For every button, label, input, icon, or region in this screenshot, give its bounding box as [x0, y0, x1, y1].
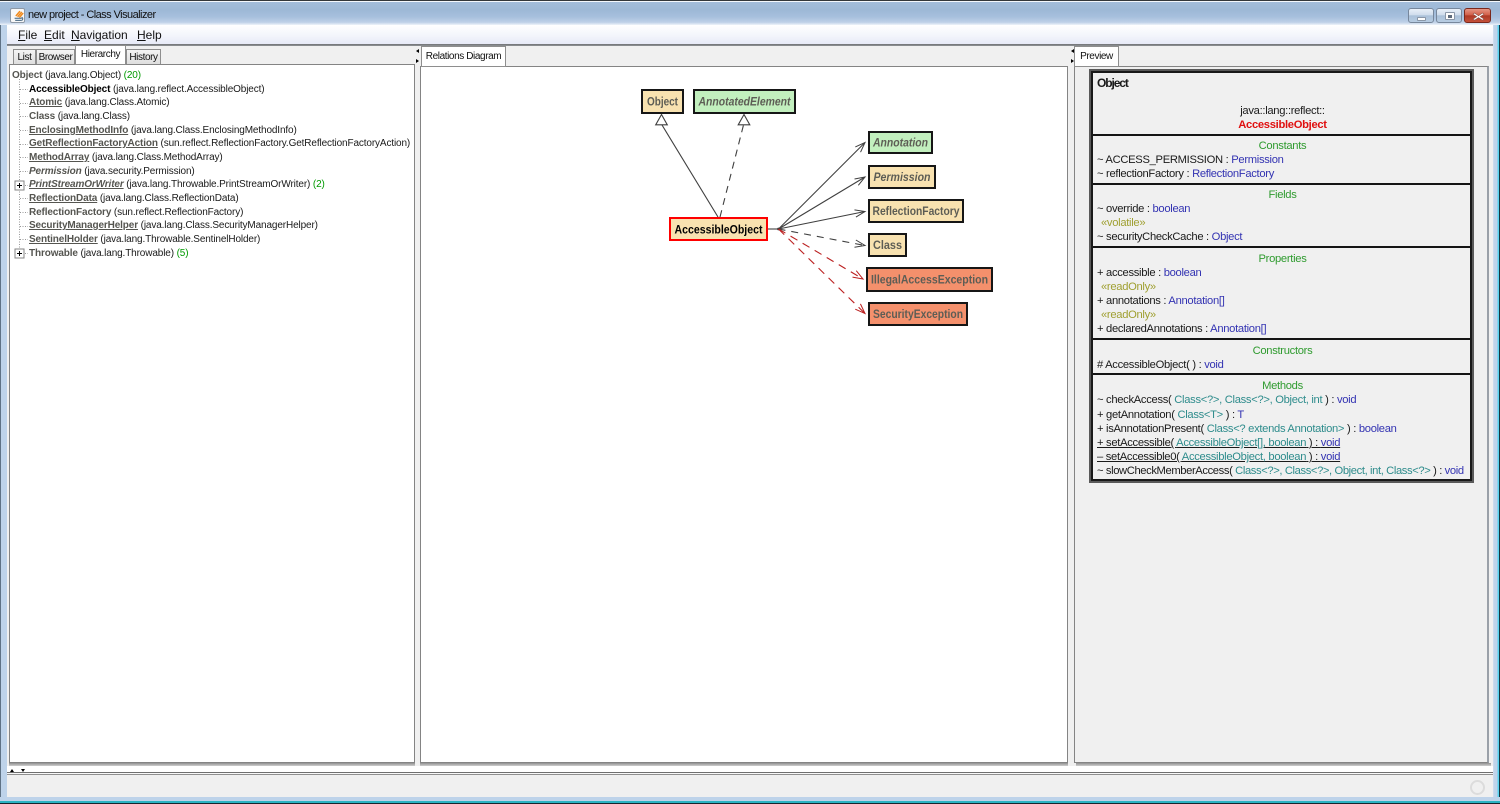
- svg-text:Permission: Permission: [874, 172, 931, 184]
- svg-text:Annotation: Annotation: [872, 138, 928, 150]
- svg-text:SecurityException: SecurityException: [873, 309, 963, 321]
- svg-text:ReflectionFactory: ReflectionFactory: [873, 206, 961, 218]
- svg-text:AnnotatedElement: AnnotatedElement: [698, 97, 792, 109]
- svg-text:Class: Class: [873, 240, 902, 252]
- svg-text:Object: Object: [647, 97, 678, 109]
- svg-text:AccessibleObject: AccessibleObject: [675, 225, 763, 237]
- svg-text:IllegalAccessException: IllegalAccessException: [871, 275, 988, 287]
